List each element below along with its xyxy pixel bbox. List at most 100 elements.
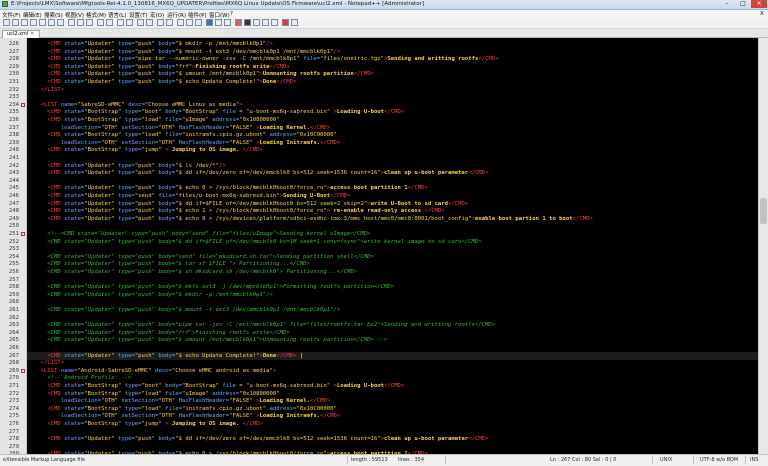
stop-macro-icon[interactable] [244,19,251,26]
redo-icon[interactable] [106,19,113,26]
plugin-icon[interactable] [282,19,289,26]
play-macro-icon[interactable] [253,19,260,26]
code-token: HasFlashHeader= [178,413,230,420]
tab-ucl2-xml[interactable]: ucl2.xml ✕ [2,30,40,38]
tab-close-icon[interactable]: ✕ [30,31,34,37]
print-icon[interactable] [57,19,64,26]
close-button[interactable]: ✕ [751,0,767,8]
fold-marker-icon[interactable] [21,102,25,107]
run-macro-multiple-icon[interactable] [262,19,269,26]
code-line[interactable]: </LIST> [27,86,64,94]
code-line[interactable]: <CMD state="Updater" type="push" body="$… [27,435,488,443]
code-token: > [165,421,172,427]
code-token: "send" [134,193,159,199]
save-icon[interactable] [21,19,28,26]
code-token: "BootStrap" [84,390,125,397]
menu-help[interactable]: ? [230,11,233,17]
menu-close-doc[interactable]: X [760,11,764,17]
cut-icon[interactable] [68,19,75,26]
doc-map-icon[interactable] [215,19,222,26]
code-token: body= [158,215,176,222]
code-token: "boot" [141,109,166,116]
user-language-icon[interactable] [206,19,213,26]
fold-marker-icon[interactable] [21,232,25,236]
close-all-icon[interactable] [48,19,55,26]
code-token: body= [158,170,176,177]
code-token: </LIST> [40,86,65,93]
current-code-line[interactable]: <CMD state="Updater" type="push" body="$… [27,351,758,360]
code-line[interactable]: <CMD state="Updater" type="push" body="$… [27,78,296,86]
show-all-chars-icon[interactable] [186,19,193,26]
code-token: "push" [134,41,159,47]
function-list-icon[interactable] [224,19,231,26]
code-token: </LIST> [40,360,65,367]
code-editor[interactable]: <CMD state="Updater" type="push" body="$… [27,38,758,454]
code-token: Sending and writting rootfs [387,56,479,63]
paste-icon[interactable] [86,19,93,26]
code-token: Jumping to OS image. [171,147,243,154]
code-line[interactable]: <CMD state="Updater" type="push" body="$… [27,306,340,314]
code-token: "Updater" [84,71,118,78]
code-token: "push" [134,162,159,169]
code-line[interactable]: <CMD state="Updater" type="push" body="$… [27,336,387,344]
save-all-icon[interactable] [30,19,37,26]
code-line[interactable]: <CMD state="Updater" type="push" body="$… [27,268,357,276]
code-token: enable boot partion 1 to boot [474,215,573,222]
copy-icon[interactable] [77,19,84,26]
zoom-out-icon[interactable] [146,19,153,26]
code-line[interactable]: <CMD state="BootStrap" type="jump" > Jum… [27,146,263,154]
code-token: type= [124,147,142,154]
find-icon[interactable] [117,19,124,26]
code-token: "OTH" [158,139,179,146]
replace-icon[interactable] [126,19,133,26]
save-macro-icon[interactable] [271,19,278,26]
plugin-icon-2[interactable] [291,19,298,26]
code-token: "Updater" [84,436,118,443]
code-token: type= [124,132,142,139]
sync-vertical-icon[interactable] [157,19,164,26]
code-token: <!--<CMD state="Updater" type="push" bod… [47,231,371,237]
code-token: "boot" [141,383,166,389]
code-line[interactable]: <CMD state="Updater" type="push" body="$… [27,215,593,223]
code-line[interactable]: <CMD state="Updater" type="push" body="$… [27,238,481,246]
code-token: Loading Initramfs. [259,139,321,146]
zoom-in-icon[interactable] [137,19,144,26]
scrollbar-thumb[interactable] [760,198,767,224]
sync-horizontal-icon[interactable] [166,19,173,26]
vertical-scrollbar[interactable] [758,38,768,454]
code-token: type= [117,56,135,63]
code-token: "$ mkdir -p /mnt/mmcblk0p1" [175,41,267,47]
code-token: </CMD> [330,193,351,199]
code-token: "BootStrap" [84,147,125,154]
code-line[interactable]: <CMD state="Updater" type="push" body="$… [27,169,488,177]
open-file-icon[interactable] [12,19,19,26]
new-file-icon[interactable] [3,19,10,26]
code-token: "Updater" [84,170,118,177]
maximize-button[interactable]: □ [735,0,751,8]
minimize-button[interactable]: – [719,0,735,8]
undo-icon[interactable] [97,19,104,26]
code-token: write U-Boot to sd card [370,200,449,207]
code-token: "files/u-boot-mx6q-sabresd.bin" [175,193,280,199]
close-file-icon[interactable] [39,19,46,26]
code-line[interactable]: <CMD state="Updater" type="push" body="$… [27,291,273,299]
fold-marker-icon[interactable] [21,368,25,373]
indent-guide-icon[interactable] [195,19,202,26]
record-macro-icon[interactable] [235,19,242,26]
code-token: "push" [134,71,159,78]
word-wrap-icon[interactable] [177,19,184,26]
code-token: "Choose eMMC android as media" [171,367,273,374]
code-token: HasFlashHeader= [178,124,230,131]
code-token: body= [158,185,176,192]
status-eol: UNIX [660,457,673,463]
code-token: <LIST [40,367,61,374]
code-line[interactable]: <CMD state="BootStrap" type="jump" > Jum… [27,420,263,428]
